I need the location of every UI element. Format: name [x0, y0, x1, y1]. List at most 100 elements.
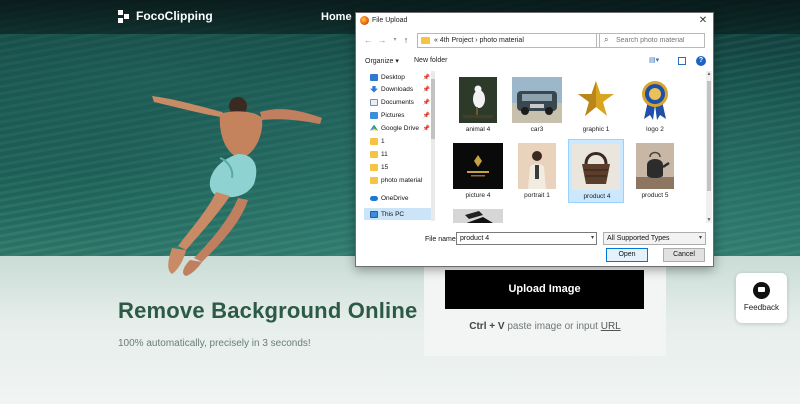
pin-icon: 📌: [422, 125, 430, 132]
pin-icon: 📌: [422, 112, 430, 119]
nav-item-label: 11: [381, 150, 388, 158]
file-name: car3: [530, 126, 544, 133]
file-grid-scrollbar[interactable]: ▲ ▼: [706, 71, 712, 223]
scroll-up-icon[interactable]: ▲: [706, 71, 712, 77]
feedback-label: Feedback: [743, 303, 780, 312]
brand-logo[interactable]: FocoClipping: [118, 9, 213, 23]
folder-icon: [370, 163, 378, 171]
file-name: graphic 1: [582, 126, 610, 133]
close-icon[interactable]: ✕: [697, 14, 709, 27]
file-item-partial[interactable]: [450, 205, 506, 223]
nav-item-downloads[interactable]: Downloads 📌: [364, 83, 432, 95]
chevron-down-icon[interactable]: ▾: [591, 233, 594, 244]
nav-item-folder-11[interactable]: 11: [364, 148, 432, 160]
lower-section: [0, 256, 800, 404]
search-input[interactable]: [616, 35, 702, 46]
file-item-car3[interactable]: car3: [509, 73, 565, 137]
file-grid: animal 4 car3 graphic 1 logo 2 picture 4…: [444, 71, 704, 223]
upload-card: Upload Image Ctrl + V paste image or inp…: [424, 256, 666, 356]
firefox-icon: [360, 16, 369, 25]
nav-item-folder-1[interactable]: 1: [364, 135, 432, 147]
nav-item-photo-material[interactable]: photo material: [364, 174, 432, 186]
shoe-thumbnail: [453, 209, 503, 223]
url-link[interactable]: URL: [601, 321, 621, 332]
file-item-logo-2[interactable]: logo 2: [627, 73, 683, 137]
upload-image-button[interactable]: Upload Image: [445, 270, 644, 309]
file-item-product-5[interactable]: product 5: [627, 139, 683, 203]
nav-item-label: Desktop: [381, 73, 405, 81]
nav-item-label: Google Drive: [381, 124, 419, 132]
open-button[interactable]: Open: [606, 248, 648, 262]
file-name: product 5: [641, 192, 669, 199]
cancel-button[interactable]: Cancel: [663, 248, 705, 262]
nav-item-documents[interactable]: Documents 📌: [364, 96, 432, 108]
file-item-graphic-1[interactable]: graphic 1: [568, 73, 624, 137]
diver-image: [152, 96, 322, 276]
nav-item-desktop[interactable]: Desktop 📌: [364, 71, 432, 83]
search-icon: ⌕: [604, 35, 609, 44]
file-name: animal 4: [465, 126, 491, 133]
new-folder-button[interactable]: New folder: [414, 57, 447, 64]
nav-item-label: OneDrive: [381, 194, 409, 202]
file-item-animal-4[interactable]: animal 4: [450, 73, 506, 137]
address-row: ← → ▾ ↑ « 4th Project › photo material ▾…: [356, 31, 713, 51]
file-name-value: product 4: [460, 235, 490, 242]
nav-link-home[interactable]: Home: [321, 11, 352, 23]
help-icon[interactable]: ?: [696, 56, 706, 66]
nav-item-folder-15[interactable]: 15: [364, 161, 432, 173]
navigation-pane: Desktop 📌 Downloads 📌 Documents 📌 Pictures 📌…: [364, 71, 432, 221]
logo-icon: [118, 9, 130, 23]
forward-arrow-icon[interactable]: →: [376, 34, 388, 47]
this-pc-icon: [370, 210, 378, 218]
nav-item-label: This PC: [381, 210, 405, 218]
back-arrow-icon[interactable]: ←: [362, 34, 374, 47]
brand-name: FocoClipping: [136, 9, 213, 23]
organize-menu[interactable]: Organize ▾: [365, 57, 399, 65]
pictures-icon: [370, 111, 378, 119]
scroll-down-icon[interactable]: ▼: [706, 217, 712, 223]
nav-item-pictures[interactable]: Pictures 📌: [364, 109, 432, 121]
basket-thumbnail: [572, 144, 620, 190]
preview-pane-icon[interactable]: [678, 57, 686, 65]
folder-icon: [370, 150, 378, 158]
portrait-thumbnail: [518, 143, 556, 189]
nav-item-google-drive[interactable]: Google Drive 📌: [364, 122, 432, 134]
address-bar[interactable]: « 4th Project › photo material ▾: [417, 33, 621, 48]
file-name: portrait 1: [524, 192, 550, 199]
nav-pane-scrollbar[interactable]: [431, 71, 435, 221]
file-type-select[interactable]: All Supported Types ▾: [603, 232, 706, 245]
file-type-value: All Supported Types: [607, 235, 670, 242]
view-options-icon[interactable]: ▤▾: [649, 56, 663, 66]
search-box: ⌕: [599, 33, 705, 48]
nav-item-label: photo material: [381, 176, 423, 184]
page-title: Remove Background Online: [118, 298, 418, 323]
file-name: product 4: [583, 193, 611, 200]
paste-shortcut: Ctrl + V: [469, 321, 505, 332]
breadcrumb[interactable]: « 4th Project › photo material: [434, 37, 524, 44]
nav-item-label: Pictures: [381, 111, 405, 119]
folder-icon: [421, 37, 430, 44]
feedback-button[interactable]: Feedback: [736, 273, 787, 323]
file-name-input[interactable]: product 4 ▾: [456, 232, 597, 245]
onedrive-icon: [370, 195, 378, 201]
folder-icon: [370, 137, 378, 145]
folder-icon: [370, 176, 378, 184]
file-name: picture 4: [465, 192, 491, 199]
downloads-icon: [370, 85, 378, 93]
chat-icon: [753, 282, 770, 299]
file-name-label: File name:: [425, 236, 458, 243]
file-upload-dialog: File Upload ✕ ← → ▾ ↑ « 4th Project › ph…: [355, 12, 714, 267]
nav-item-this-pc[interactable]: This PC: [364, 208, 432, 220]
dialog-titlebar[interactable]: File Upload ✕: [356, 13, 713, 29]
file-item-product-4[interactable]: product 4: [568, 139, 624, 203]
up-arrow-icon[interactable]: ↑: [400, 34, 412, 47]
car-thumbnail: [512, 77, 562, 123]
badge-thumbnail: [636, 77, 674, 123]
pin-icon: 📌: [422, 86, 430, 93]
nav-item-onedrive[interactable]: OneDrive: [364, 192, 432, 204]
desktop-icon: [370, 73, 378, 81]
star-thumbnail: [577, 77, 615, 123]
file-item-portrait-1[interactable]: portrait 1: [509, 139, 565, 203]
file-item-picture-4[interactable]: picture 4: [450, 139, 506, 203]
paste-hint-text: paste image or input: [504, 321, 601, 332]
